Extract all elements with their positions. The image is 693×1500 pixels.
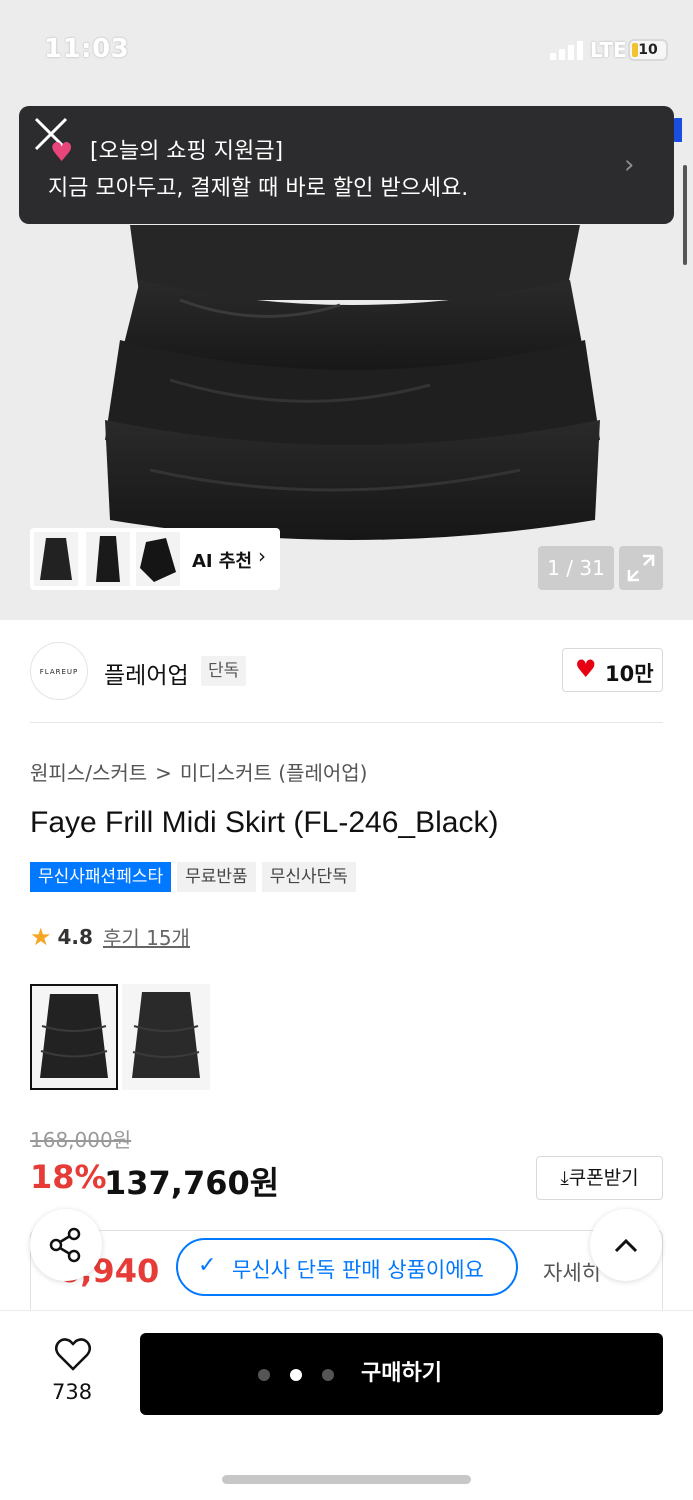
ai-recommend-label: AI 추천 [192, 551, 253, 572]
original-price: 168,000원 [30, 1128, 132, 1152]
heart-emoji-icon: ♥ [50, 138, 74, 168]
ai-thumbnail[interactable] [34, 532, 78, 586]
chevron-right-icon[interactable]: › [624, 150, 634, 180]
battery-icon: 10 [628, 39, 668, 61]
network-type: LTE [590, 38, 627, 62]
scrollbar[interactable] [683, 165, 687, 265]
color-swatch[interactable] [30, 984, 118, 1090]
exclusive-toast: ✓ 무신사 단독 판매 상품이에요 [176, 1238, 518, 1296]
buy-label: 구매하기 [361, 1361, 442, 1386]
breadcrumb-item[interactable]: 원피스/스커트 [30, 761, 147, 785]
ai-thumbnail[interactable] [136, 532, 180, 586]
badge-festa: 무신사패션페스타 [30, 862, 172, 892]
rating-value: 4.8 [57, 924, 93, 949]
ai-thumbnail[interactable] [86, 532, 130, 586]
product-badges: 무신사패션페스타 무료반품 무신사단독 [30, 862, 356, 892]
share-button[interactable] [30, 1209, 102, 1281]
coupon-button[interactable]: ⤓쿠폰받기 [536, 1156, 663, 1200]
exclusive-toast-text: 무신사 단독 판매 상품이에요 [232, 1258, 484, 1282]
toast-title: [오늘의 쇼핑 지원금] [90, 139, 284, 164]
home-indicator [222, 1475, 471, 1484]
share-icon [49, 1227, 81, 1263]
star-icon: ★ [30, 922, 52, 951]
breadcrumb-item[interactable]: 미디스커트 (플레어업) [180, 761, 368, 785]
expand-button[interactable] [619, 546, 663, 590]
brand-like-count: 10만 [605, 662, 654, 686]
status-time: 11:03 [44, 34, 130, 64]
toast-message: 지금 모아두고, 결제할 때 바로 할인 받으세요. [48, 176, 469, 201]
brand-like-button[interactable]: ♥ 10만 [562, 648, 663, 692]
download-icon: ⤓ [560, 1167, 569, 1189]
divider [30, 722, 663, 723]
discount-rate: 18% [30, 1158, 107, 1196]
breadcrumb: 원피스/스커트 > 미디스커트 (플레어업) [30, 757, 367, 786]
status-bar: 11:03 LTE 10 [0, 0, 693, 100]
signal-icon [550, 41, 583, 60]
badge-exclusive: 무신사단독 [261, 862, 356, 892]
sale-price: 137,760원 [104, 1164, 280, 1202]
scroll-top-button[interactable] [590, 1209, 662, 1281]
brand-logo[interactable]: FLAREUP [30, 642, 88, 700]
ai-recommend-button[interactable]: AI 추천 › [30, 528, 280, 590]
battery-level [632, 43, 638, 57]
expand-icon [627, 554, 655, 582]
brand-name[interactable]: 플레어업 [104, 656, 189, 690]
buy-button[interactable]: 구매하기 [140, 1333, 663, 1415]
rating-row: ★ 4.8 후기 15개 [30, 922, 190, 951]
image-page-counter: 1 / 31 [538, 546, 614, 590]
check-icon: ✓ [198, 1253, 217, 1278]
breadcrumb-separator: > [155, 761, 172, 785]
shopping-support-toast[interactable] [19, 106, 674, 224]
chevron-right-icon: › [258, 544, 266, 568]
wish-count: 738 [52, 1380, 93, 1404]
heart-icon: ♥ [575, 655, 597, 683]
battery-percent: 10 [638, 42, 658, 58]
color-swatch[interactable] [122, 984, 210, 1090]
chevron-up-icon [614, 1238, 638, 1253]
heart-outline-icon[interactable] [54, 1336, 92, 1372]
brand-exclusive-tag: 단독 [201, 656, 247, 686]
product-image-viewer[interactable]: 11:03 LTE 10 ♥ [오늘의 쇼핑 지원금] 지금 모아두고, 결제할… [0, 0, 693, 620]
badge-free-return: 무료반품 [177, 862, 256, 892]
review-link[interactable]: 후기 15개 [103, 922, 190, 951]
coupon-label: 쿠폰받기 [568, 1167, 639, 1189]
product-title: Faye Frill Midi Skirt (FL-246_Black) [30, 806, 499, 839]
